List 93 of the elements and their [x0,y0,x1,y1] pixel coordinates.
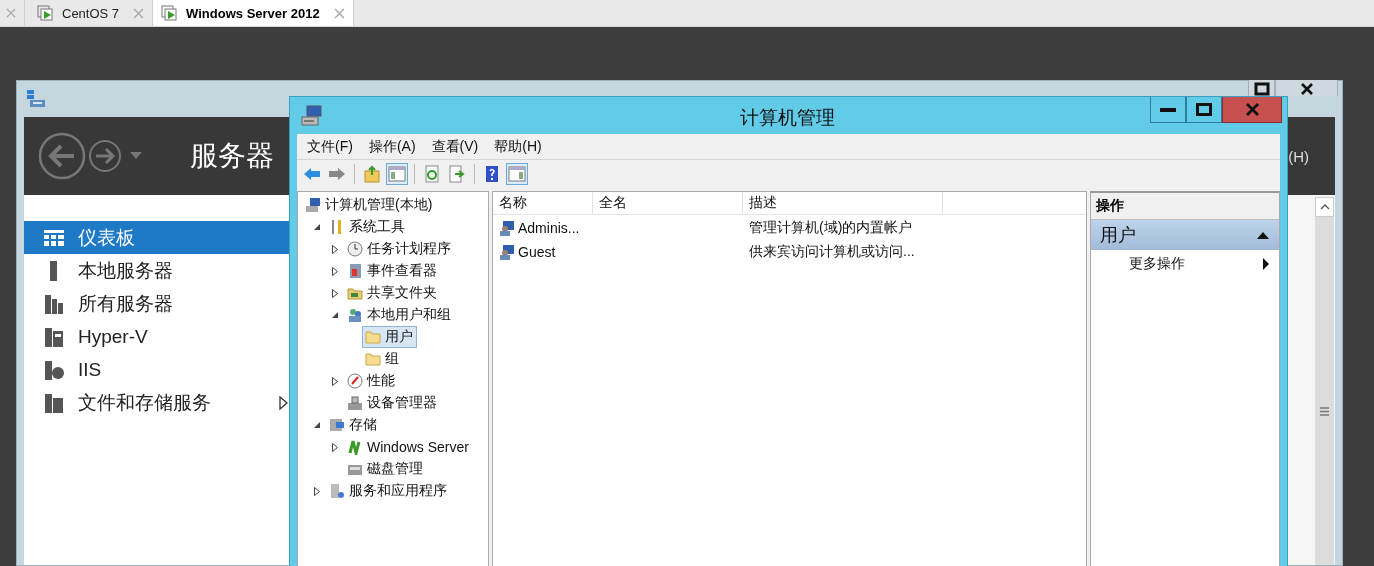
gauge-icon [347,373,363,389]
nav-item[interactable]: IIS [24,353,290,386]
user-row[interactable]: Guest 供来宾访问计算机或访问... [493,240,1086,263]
page-title: 服务器 [190,139,274,173]
nav-item[interactable]: 所有服务器 [24,287,290,320]
tree-item[interactable]: 组 [362,348,403,370]
maximize-icon [1196,103,1212,116]
action-item[interactable]: 更多操作 [1091,250,1279,278]
tree-item[interactable]: Windows Server [344,437,473,457]
table-cell-text: 管理计算机(域)的内置帐户 [748,218,914,237]
storage-icon [329,417,345,433]
collapse-arrow-icon[interactable] [314,223,321,231]
play-window-icon [161,4,179,22]
expand-arrow-icon[interactable] [314,486,320,496]
minimize-icon [1160,107,1176,112]
pane-icon [508,165,526,183]
pane-header: 操作 [1091,193,1279,220]
vm-tab[interactable]: Windows Server 2012 [153,0,354,26]
servers-icon [44,293,64,314]
tree-item[interactable]: 系统工具 [326,216,409,238]
menu-item[interactable]: (H) [1288,147,1309,165]
user-icon [499,243,515,260]
vm-tab[interactable]: CentOS 7 [29,0,154,26]
caret-icon[interactable] [130,152,142,160]
services-icon [329,483,345,499]
expand-arrow-icon[interactable] [332,266,338,276]
expand-arrow-icon[interactable] [332,288,338,298]
tree-item[interactable]: 设备管理器 [344,392,441,414]
menu-item[interactable]: 操作(A) [368,137,416,156]
window-title: 计算机管理 [740,106,835,130]
expand-arrow-icon[interactable] [332,442,338,452]
column-header[interactable]: 全名 [593,192,743,214]
column-header[interactable]: 描述 [743,192,943,214]
user-row[interactable]: Adminis... 管理计算机(域)的内置帐户 [493,216,1086,239]
computer-icon [305,197,321,213]
table-cell-text: 供来宾访问计算机或访问... [748,242,916,261]
nav-item[interactable]: 本地服务器 [24,254,290,287]
log-icon [347,263,363,279]
tree-item[interactable]: 磁盘管理 [344,458,427,480]
user-icon [499,219,515,236]
server-icon [25,89,47,109]
chevron-up-icon [1319,204,1330,210]
scroll-bar[interactable] [1315,197,1334,565]
back-arrow-icon [303,165,321,183]
pane-icon [388,165,406,183]
tree-item[interactable]: 计算机管理(本地) [302,194,437,216]
table-cell: Adminis... [518,219,580,236]
grid-icon [44,227,64,248]
close-icon [1299,82,1314,96]
expand-arrow-icon[interactable] [332,376,338,386]
grip-icon [1320,406,1329,416]
collapse-arrow-icon[interactable] [314,421,321,429]
close-icon [1244,103,1260,116]
tree-item[interactable]: 用户 [362,326,417,348]
forward-arrow-icon [328,165,346,183]
clock-icon [347,241,363,257]
expand-arrow-icon[interactable] [332,244,338,254]
play-window-icon [37,4,54,22]
tree-item[interactable]: 本地用户和组 [344,304,455,326]
tree-item[interactable]: 任务计划程序 [344,238,455,260]
up-folder-icon [363,165,381,183]
table-cell: Guest [518,243,556,260]
device-icon [347,395,363,411]
export-icon [448,165,466,183]
maximize-icon [1253,82,1270,96]
menu-item[interactable]: 帮助(H) [494,137,542,156]
menu-item[interactable]: 文件(F) [307,137,353,156]
minimize-button[interactable] [1150,97,1186,123]
share-icon [347,285,363,301]
folder-icon [365,329,381,345]
scroll-up-button[interactable] [1315,197,1334,217]
action-group-header[interactable]: 用户 [1091,220,1279,250]
tree-item[interactable]: 性能 [344,370,399,392]
tree-item[interactable]: 事件查看器 [344,260,441,282]
tree-item[interactable]: 服务和应用程序 [326,480,451,502]
tree-item[interactable]: 存储 [326,414,381,436]
help-icon [483,165,501,183]
maximize-button[interactable] [1186,97,1222,123]
nav-item[interactable]: 文件和存储服务 [24,386,290,419]
column-header[interactable]: 名称 [493,192,593,214]
folder-icon [365,351,381,367]
nav-item[interactable]: Hyper-V [24,320,290,353]
collapse-arrow-icon[interactable] [332,311,339,319]
refresh-icon [423,165,441,183]
users-icon [347,307,363,323]
nav-item[interactable]: 仪表板 [24,221,290,254]
close-icon[interactable] [333,7,345,19]
computer-icon [301,104,323,127]
tree-item[interactable]: 共享文件夹 [344,282,441,304]
maximize-button[interactable] [1248,80,1275,96]
menu-item[interactable]: 查看(V) [431,137,479,156]
close-button[interactable] [1275,80,1338,96]
toolbar-button[interactable] [361,163,383,185]
